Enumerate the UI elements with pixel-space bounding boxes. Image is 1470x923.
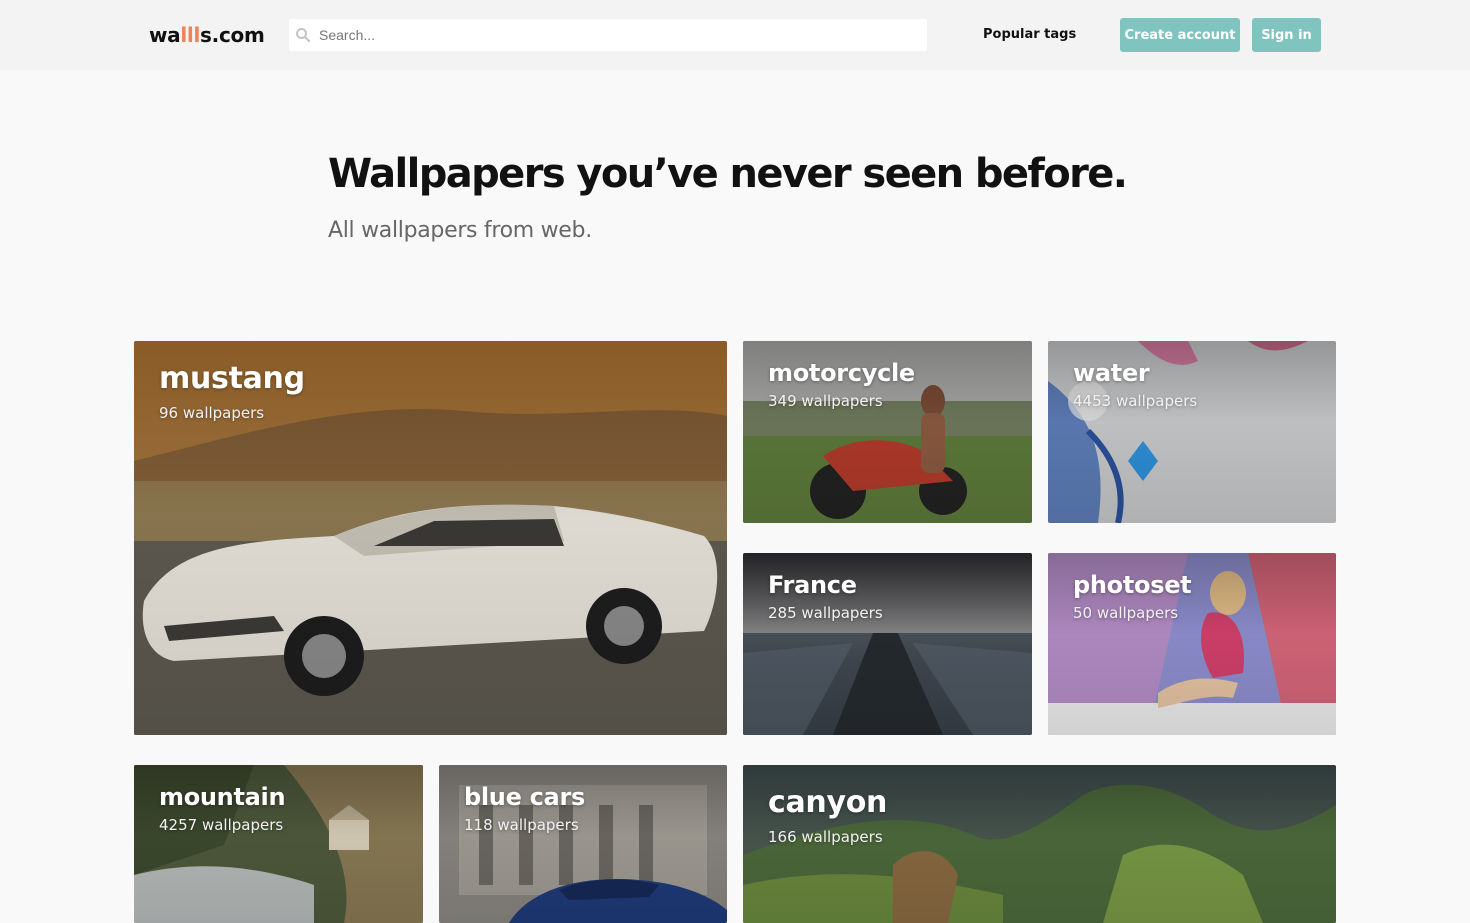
search-icon bbox=[295, 27, 311, 43]
tile-title: blue cars bbox=[464, 783, 585, 811]
category-tile-blue-cars[interactable]: blue cars 118 wallpapers bbox=[439, 765, 727, 923]
category-tile-motorcycle[interactable]: motorcycle 349 wallpapers bbox=[743, 341, 1032, 523]
category-tile-water[interactable]: water 4453 wallpapers bbox=[1048, 341, 1336, 523]
tile-title: canyon bbox=[768, 785, 888, 820]
tile-count: 4453 wallpapers bbox=[1073, 392, 1198, 410]
site-logo[interactable]: wallls.com bbox=[149, 22, 265, 48]
category-tile-mountain[interactable]: mountain 4257 wallpapers bbox=[134, 765, 423, 923]
tile-title: photoset bbox=[1073, 571, 1192, 599]
category-tile-photoset[interactable]: photoset 50 wallpapers bbox=[1048, 553, 1336, 735]
sign-in-button[interactable]: Sign in bbox=[1252, 18, 1321, 52]
logo-text-accent: lll bbox=[180, 23, 201, 47]
category-tile-mustang[interactable]: mustang 96 wallpapers bbox=[134, 341, 727, 735]
search-box bbox=[289, 19, 927, 51]
create-account-button[interactable]: Create account bbox=[1120, 18, 1240, 52]
page-title: Wallpapers you’ve never seen before. bbox=[328, 151, 1128, 197]
tile-title: France bbox=[768, 571, 857, 599]
logo-text-end: s.com bbox=[200, 23, 265, 47]
category-tile-france[interactable]: France 285 wallpapers bbox=[743, 553, 1032, 735]
page-subtitle: All wallpapers from web. bbox=[328, 218, 592, 243]
tile-count: 96 wallpapers bbox=[159, 404, 265, 422]
tile-count: 285 wallpapers bbox=[768, 604, 883, 622]
tile-title: motorcycle bbox=[768, 359, 915, 387]
tile-count: 349 wallpapers bbox=[768, 392, 883, 410]
tile-title: mountain bbox=[159, 783, 286, 811]
tile-title: mustang bbox=[159, 361, 305, 396]
top-navbar: wallls.com Popular tags Create account S… bbox=[0, 0, 1470, 70]
tile-count: 118 wallpapers bbox=[464, 816, 579, 834]
popular-tags-link[interactable]: Popular tags bbox=[983, 26, 1076, 44]
tile-overlay bbox=[134, 341, 727, 735]
tile-count: 50 wallpapers bbox=[1073, 604, 1179, 622]
tile-title: water bbox=[1073, 359, 1150, 387]
logo-text-start: wa bbox=[149, 23, 181, 47]
category-tile-canyon[interactable]: canyon 166 wallpapers bbox=[743, 765, 1336, 923]
tile-count: 4257 wallpapers bbox=[159, 816, 284, 834]
search-input[interactable] bbox=[319, 19, 909, 51]
tile-count: 166 wallpapers bbox=[768, 828, 883, 846]
